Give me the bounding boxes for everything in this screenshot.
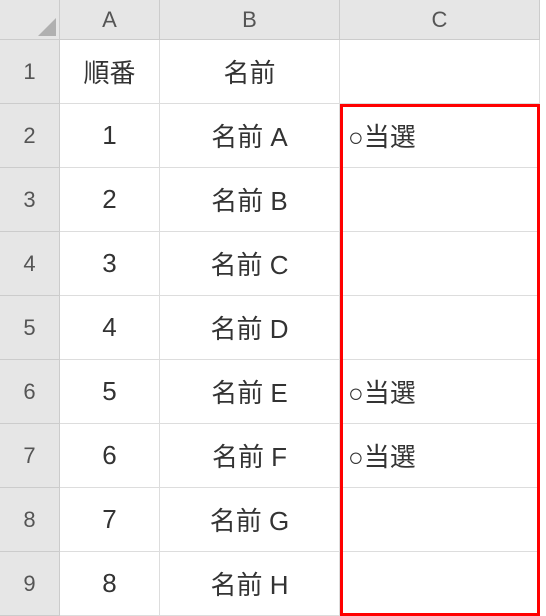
cell-A4[interactable]: 3 xyxy=(60,232,160,296)
cell-C6[interactable]: ○当選 xyxy=(340,360,540,424)
row-header-6[interactable]: 6 xyxy=(0,360,60,424)
row-header-9[interactable]: 9 xyxy=(0,552,60,616)
cell-B9[interactable]: 名前 H xyxy=(160,552,340,616)
cell-C2[interactable]: ○当選 xyxy=(340,104,540,168)
cell-C1[interactable] xyxy=(340,40,540,104)
column-header-A[interactable]: A xyxy=(60,0,160,40)
cell-A7[interactable]: 6 xyxy=(60,424,160,488)
row-header-8[interactable]: 8 xyxy=(0,488,60,552)
row-header-1[interactable]: 1 xyxy=(0,40,60,104)
cell-B4[interactable]: 名前 C xyxy=(160,232,340,296)
select-all-corner[interactable] xyxy=(0,0,60,40)
cell-C4[interactable] xyxy=(340,232,540,296)
column-header-C[interactable]: C xyxy=(340,0,540,40)
cell-C7[interactable]: ○当選 xyxy=(340,424,540,488)
cell-A3[interactable]: 2 xyxy=(60,168,160,232)
cell-A1[interactable]: 順番 xyxy=(60,40,160,104)
cell-C8[interactable] xyxy=(340,488,540,552)
cell-A2[interactable]: 1 xyxy=(60,104,160,168)
cell-B2[interactable]: 名前 A xyxy=(160,104,340,168)
row-header-5[interactable]: 5 xyxy=(0,296,60,360)
cell-C3[interactable] xyxy=(340,168,540,232)
row-header-4[interactable]: 4 xyxy=(0,232,60,296)
column-header-B[interactable]: B xyxy=(160,0,340,40)
cell-B6[interactable]: 名前 E xyxy=(160,360,340,424)
cell-A5[interactable]: 4 xyxy=(60,296,160,360)
cell-B8[interactable]: 名前 G xyxy=(160,488,340,552)
row-header-2[interactable]: 2 xyxy=(0,104,60,168)
select-all-triangle-icon xyxy=(38,18,56,36)
spreadsheet-grid: A B C 1 2 3 4 5 6 7 8 9 順番 名前 1 名前 A ○当選… xyxy=(0,0,546,615)
row-header-7[interactable]: 7 xyxy=(0,424,60,488)
cell-A8[interactable]: 7 xyxy=(60,488,160,552)
cell-B1[interactable]: 名前 xyxy=(160,40,340,104)
cell-A6[interactable]: 5 xyxy=(60,360,160,424)
cell-B7[interactable]: 名前 F xyxy=(160,424,340,488)
cell-C5[interactable] xyxy=(340,296,540,360)
cell-A9[interactable]: 8 xyxy=(60,552,160,616)
row-header-3[interactable]: 3 xyxy=(0,168,60,232)
cell-B5[interactable]: 名前 D xyxy=(160,296,340,360)
cell-B3[interactable]: 名前 B xyxy=(160,168,340,232)
cell-C9[interactable] xyxy=(340,552,540,616)
